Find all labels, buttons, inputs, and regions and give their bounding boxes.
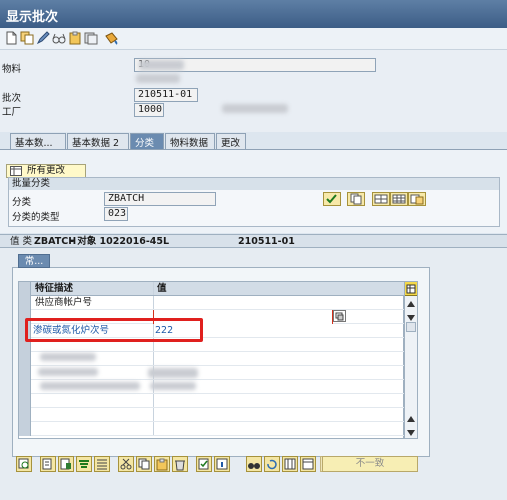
select-all-cell[interactable] — [19, 282, 31, 296]
values-header: 值 类 ZBATCH - 对象 1022016-45L 210511-01 — [0, 234, 507, 248]
row-selector[interactable] — [19, 366, 31, 380]
redacted-text — [136, 74, 180, 83]
row-selector[interactable] — [19, 408, 31, 422]
column-separator — [153, 296, 154, 309]
check-icon[interactable] — [196, 456, 212, 472]
new-icon[interactable] — [4, 31, 18, 45]
class-label: 分类 — [12, 197, 32, 208]
select-button[interactable] — [58, 456, 74, 472]
find-button[interactable] — [16, 456, 32, 472]
plant-field[interactable]: 1000 — [134, 103, 164, 117]
values-prefix: 值 类 — [10, 236, 33, 247]
row-selector[interactable] — [19, 296, 31, 310]
header-value: 值 — [157, 283, 167, 294]
tab-classification[interactable]: 分类 — [130, 133, 164, 149]
copy-button[interactable] — [347, 192, 365, 206]
layout-icon[interactable] — [300, 456, 316, 472]
binoculars-icon[interactable] — [246, 456, 262, 472]
all-changes-button[interactable]: 所有更改 — [6, 164, 86, 178]
scroll-up-icon[interactable] — [407, 299, 415, 310]
grid-icon[interactable] — [282, 456, 298, 472]
header-characteristic: 特征描述 — [35, 283, 74, 294]
column-settings-icon[interactable] — [405, 282, 417, 296]
check-button[interactable] — [323, 192, 341, 206]
tab-changes[interactable]: 更改 — [216, 133, 246, 149]
filter-button[interactable] — [94, 456, 110, 472]
refresh-icon[interactable] — [264, 456, 280, 472]
column-separator — [153, 422, 154, 435]
redacted-text — [148, 368, 198, 378]
material-label: 物料 — [2, 64, 22, 75]
group-title: 批量分类 — [9, 178, 499, 190]
application-toolbar — [0, 28, 507, 50]
column-separator — [153, 282, 154, 295]
details-button[interactable] — [408, 192, 426, 206]
window-title: 显示批次 — [0, 0, 507, 28]
column-separator — [153, 394, 154, 407]
glasses-icon[interactable] — [52, 31, 66, 45]
table-row[interactable] — [19, 422, 405, 436]
table-view-button[interactable] — [390, 192, 408, 206]
batch-field[interactable]: 210511-01 — [134, 88, 198, 102]
scroll-thumb[interactable] — [406, 322, 416, 332]
table-row[interactable]: 供应商帐户号 — [19, 296, 405, 310]
sort-button[interactable] — [76, 456, 92, 472]
characteristic-cell: 供应商帐户号 — [35, 297, 93, 308]
copy-icon[interactable] — [136, 456, 152, 472]
all-changes-label: 所有更改 — [27, 165, 66, 176]
redacted-text — [150, 382, 196, 390]
values-object: - 对象 1022016-45L — [70, 236, 170, 247]
redacted-text — [38, 368, 98, 376]
copy-document-icon[interactable] — [84, 31, 98, 45]
tab-basic-data-2[interactable]: 基本数据 2 — [67, 133, 129, 149]
redacted-text — [40, 353, 96, 361]
class-type-field[interactable]: 023 — [104, 207, 128, 221]
table-row[interactable] — [19, 408, 405, 422]
class-type-label: 分类的类型 — [12, 212, 60, 223]
value-help-button[interactable] — [333, 310, 346, 322]
detail-button[interactable] — [40, 456, 56, 472]
grid-header: 特征描述 值 — [19, 282, 405, 296]
redacted-text — [139, 60, 184, 70]
row-selector[interactable] — [19, 380, 31, 394]
row-selector[interactable] — [19, 352, 31, 366]
column-separator — [153, 352, 154, 365]
scroll-up-icon[interactable] — [407, 414, 415, 425]
grid-scrollbar[interactable] — [404, 281, 418, 439]
batch-label: 批次 — [2, 93, 22, 104]
redacted-text — [222, 104, 288, 113]
column-separator — [153, 408, 154, 421]
plant-label: 工厂 — [2, 107, 22, 118]
info-icon[interactable] — [214, 456, 230, 472]
scroll-down-icon[interactable] — [407, 428, 415, 439]
class-field[interactable]: ZBATCH — [104, 192, 216, 206]
edit-icon[interactable] — [36, 31, 50, 45]
insert-row-button[interactable] — [372, 192, 390, 206]
copy-icon[interactable] — [20, 31, 34, 45]
highlight-box — [25, 318, 203, 342]
row-selector[interactable] — [19, 422, 31, 436]
tab-general[interactable]: 常... — [18, 254, 50, 268]
bucket-icon[interactable] — [104, 31, 118, 45]
batch-classification-group: 批量分类 — [8, 177, 500, 227]
paste-icon[interactable] — [154, 456, 170, 472]
clipboard-icon[interactable] — [68, 31, 82, 45]
redacted-text — [40, 382, 140, 390]
table-row[interactable] — [19, 394, 405, 408]
row-selector[interactable] — [19, 394, 31, 408]
inconsistent-button[interactable]: 不一致 — [322, 456, 418, 472]
tab-basic-data-1[interactable]: 基本数... — [10, 133, 66, 149]
values-batch: 210511-01 — [238, 236, 295, 247]
delete-icon[interactable] — [172, 456, 188, 472]
tab-material-data[interactable]: 物料数据 — [165, 133, 215, 149]
cut-icon[interactable] — [118, 456, 134, 472]
